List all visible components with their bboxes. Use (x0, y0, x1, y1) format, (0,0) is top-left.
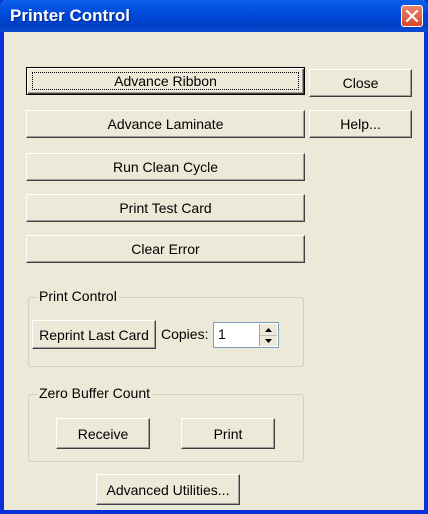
printer-control-dialog: Printer Control Advance Ribbon Advance L… (0, 0, 428, 514)
focus-rectangle (32, 72, 299, 90)
run-clean-cycle-label: Run Clean Cycle (112, 159, 219, 175)
close-button[interactable]: Close (309, 69, 412, 97)
help-label: Help... (340, 116, 381, 132)
print-test-card-label: Print Test Card (119, 200, 212, 216)
arrow-down-icon (265, 338, 272, 343)
arrow-up-icon (265, 327, 272, 332)
advance-laminate-button[interactable]: Advance Laminate (26, 110, 305, 138)
advance-ribbon-button[interactable]: Advance Ribbon (26, 67, 305, 95)
copies-label: Copies: (161, 326, 209, 342)
advanced-utilities-label: Advanced Utilities... (106, 481, 230, 498)
reprint-last-card-button[interactable]: Reprint Last Card (32, 320, 156, 349)
reprint-last-card-label: Reprint Last Card (39, 326, 149, 343)
close-x-icon (406, 10, 418, 22)
title-bar[interactable]: Printer Control (0, 0, 428, 32)
copies-value[interactable]: 1 (218, 326, 226, 342)
window-title: Printer Control (10, 6, 130, 25)
receive-label: Receive (77, 425, 129, 442)
run-clean-cycle-button[interactable]: Run Clean Cycle (26, 153, 305, 181)
receive-button[interactable]: Receive (56, 418, 150, 449)
print-test-card-button[interactable]: Print Test Card (26, 194, 305, 222)
copies-spinner[interactable]: 1 (213, 322, 279, 348)
close-label: Close (342, 75, 379, 91)
help-button[interactable]: Help... (309, 110, 412, 138)
advanced-utilities-button[interactable]: Advanced Utilities... (96, 474, 240, 505)
clear-error-label: Clear Error (131, 241, 200, 257)
zero-buffer-count-title: Zero Buffer Count (37, 385, 153, 401)
clear-error-button[interactable]: Clear Error (26, 235, 305, 263)
print-control-title: Print Control (37, 288, 119, 304)
zero-buffer-print-button[interactable]: Print (181, 418, 275, 449)
zero-buffer-print-label: Print (213, 425, 243, 442)
spinner-buttons (259, 324, 277, 346)
spinner-down-button[interactable] (260, 335, 277, 346)
advance-laminate-label: Advance Laminate (107, 116, 224, 132)
window-close-button[interactable] (401, 5, 423, 27)
